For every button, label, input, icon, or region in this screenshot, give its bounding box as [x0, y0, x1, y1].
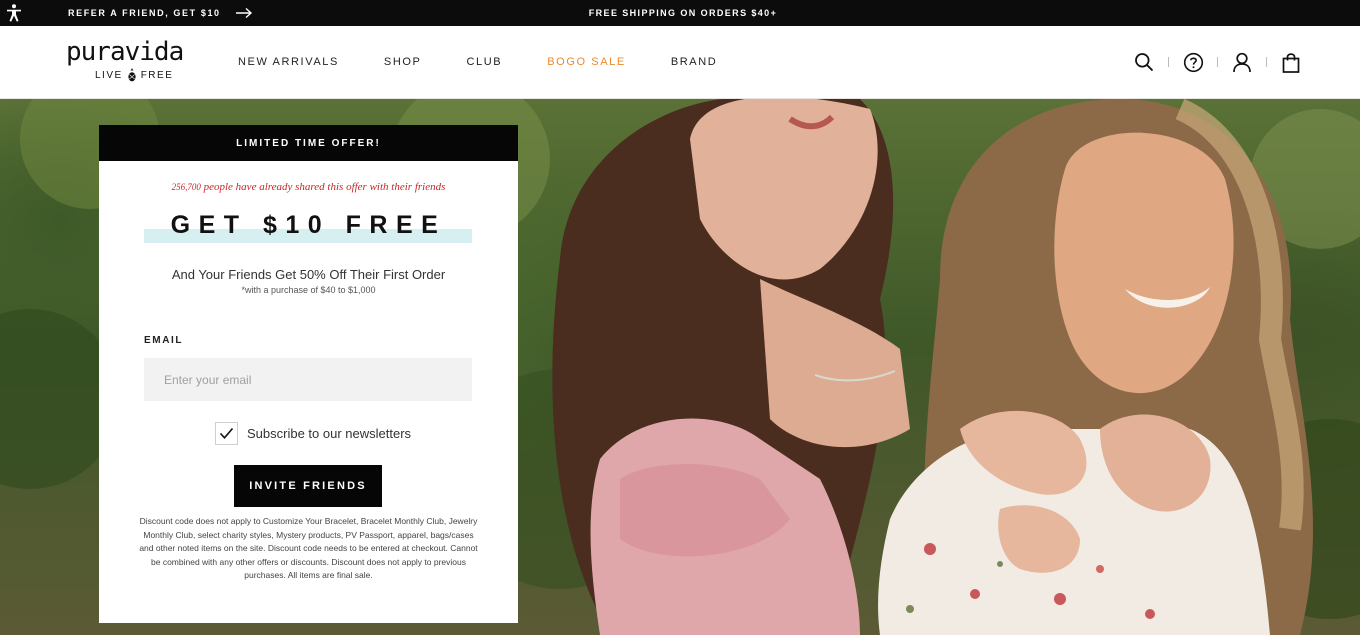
refer-friend-link[interactable]: REFER A FRIEND, GET $10: [68, 0, 253, 26]
email-label: EMAIL: [144, 335, 184, 346]
search-button[interactable]: [1133, 51, 1155, 73]
logo-tag-free: FREE: [140, 69, 174, 81]
logo-wordmark: puravida: [66, 37, 184, 67]
offer-subheadline: And Your Friends Get 50% Off Their First…: [171, 267, 446, 282]
shared-count: 256,700: [171, 182, 201, 192]
account-button[interactable]: [1231, 51, 1253, 73]
nav-club[interactable]: CLUB: [466, 56, 502, 68]
shared-count-text: 256,700 people have already shared this …: [99, 181, 518, 193]
newsletter-subscribe: Subscribe to our newsletters: [215, 422, 411, 445]
pineapple-icon: [128, 68, 136, 82]
header-actions: [1133, 50, 1302, 74]
shared-message: people have already shared this offer wi…: [200, 181, 446, 193]
invite-friends-button[interactable]: INVITE FRIENDS: [234, 465, 382, 507]
bag-icon: [1282, 52, 1300, 73]
accessibility-icon[interactable]: [4, 3, 24, 23]
arrow-right-icon: [235, 7, 252, 19]
help-icon: [1183, 52, 1203, 72]
puravida-logo[interactable]: puravida LIVE FREE: [66, 38, 196, 84]
refer-friend-text: REFER A FRIEND, GET $10: [68, 8, 221, 18]
icon-divider: [1266, 57, 1267, 67]
referral-offer-card: LIMITED TIME OFFER! 256,700 people have …: [99, 125, 518, 623]
nav-new-arrivals[interactable]: NEW ARRIVALS: [238, 56, 339, 68]
main-nav: NEW ARRIVALS SHOP CLUB BOGO SALE BRAND: [238, 26, 762, 98]
offer-disclaimer: Discount code does not apply to Customiz…: [139, 516, 478, 581]
nav-bogo-sale[interactable]: BOGO SALE: [547, 56, 626, 68]
logo-tag-live: LIVE: [95, 69, 123, 81]
nav-brand[interactable]: BRAND: [671, 56, 718, 68]
newsletter-label: Subscribe to our newsletters: [247, 426, 412, 441]
email-input[interactable]: [144, 358, 472, 401]
cart-button[interactable]: [1280, 51, 1302, 73]
logo-tagline: LIVE FREE: [95, 68, 173, 82]
icon-divider: [1217, 57, 1218, 67]
free-shipping-text: FREE SHIPPING ON ORDERS $40+: [588, 8, 778, 18]
newsletter-checkbox[interactable]: [215, 422, 238, 445]
offer-banner: LIMITED TIME OFFER!: [99, 125, 518, 161]
account-icon: [1233, 52, 1251, 72]
nav-shop[interactable]: SHOP: [384, 56, 422, 68]
checkmark-icon: [219, 427, 234, 439]
promo-bar: REFER A FRIEND, GET $10 FREE SHIPPING ON…: [0, 0, 1360, 26]
site-header: puravida LIVE FREE NEW ARRIVALS SHOP CLU…: [0, 26, 1360, 99]
help-button[interactable]: [1182, 51, 1204, 73]
offer-headline: GET $10 FREE: [170, 211, 447, 239]
icon-divider: [1168, 57, 1169, 67]
search-icon: [1135, 53, 1154, 72]
offer-fine-print: *with a purchase of $40 to $1,000: [241, 285, 376, 295]
